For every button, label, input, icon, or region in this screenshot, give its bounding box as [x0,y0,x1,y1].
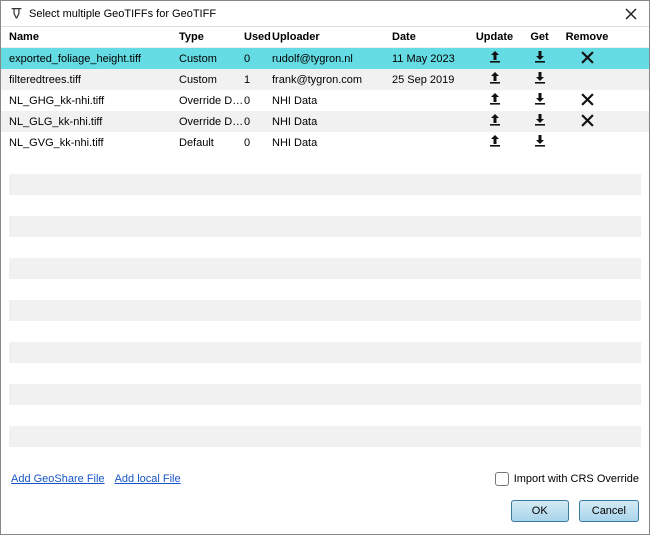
file-table: Name Type Used Uploader Date Update Get … [1,27,649,466]
cell-uploader: rudolf@tygron.nl [272,53,392,65]
cell-name: NL_GVG_kk-nhi.tiff [9,137,179,149]
col-header-update[interactable]: Update [472,31,517,43]
empty-row [9,342,641,363]
cancel-button[interactable]: Cancel [579,500,639,522]
table-row[interactable]: NL_GLG_kk-nhi.tiffOverride De...0NHI Dat… [1,111,649,132]
cell-name: NL_GLG_kk-nhi.tiff [9,116,179,128]
col-header-get[interactable]: Get [517,31,562,43]
col-header-name[interactable]: Name [9,31,179,43]
ok-button[interactable]: OK [511,500,569,522]
cell-used: 0 [244,116,272,128]
download-icon[interactable] [532,91,548,107]
upload-icon[interactable] [487,91,503,107]
col-header-date[interactable]: Date [392,31,472,43]
table-row[interactable]: exported_foliage_height.tiffCustom0rudol… [1,48,649,69]
empty-row [9,384,641,405]
empty-row [9,174,641,195]
upload-icon[interactable] [487,112,503,128]
cell-name: exported_foliage_height.tiff [9,53,179,65]
footer-buttons: OK Cancel [1,492,649,534]
col-header-type[interactable]: Type [179,31,244,43]
download-icon[interactable] [532,70,548,86]
download-icon[interactable] [532,112,548,128]
table-row[interactable]: NL_GHG_kk-nhi.tiffOverride De...0NHI Dat… [1,90,649,111]
cell-uploader: NHI Data [272,95,392,107]
download-icon[interactable] [532,49,548,65]
cell-used: 0 [244,53,272,65]
cell-type: Custom [179,74,244,86]
col-header-remove[interactable]: Remove [562,31,612,43]
close-icon[interactable] [621,8,641,20]
cell-date: 25 Sep 2019 [392,74,472,86]
table-row[interactable]: filteredtrees.tiffCustom1frank@tygron.co… [1,69,649,90]
table-row[interactable]: NL_GVG_kk-nhi.tiffDefault0NHI Data [1,132,649,153]
footer-links: Add GeoShare File Add local File Import … [1,466,649,492]
empty-row [9,195,641,216]
upload-icon[interactable] [487,133,503,149]
cell-used: 0 [244,95,272,107]
col-header-uploader[interactable]: Uploader [272,31,392,43]
empty-row [9,405,641,426]
add-local-link[interactable]: Add local File [115,473,181,485]
cell-name: NL_GHG_kk-nhi.tiff [9,95,179,107]
remove-icon[interactable] [581,51,594,64]
empty-row [9,426,641,447]
download-icon[interactable] [532,133,548,149]
add-geoshare-link[interactable]: Add GeoShare File [11,473,105,485]
cell-uploader: NHI Data [272,116,392,128]
app-icon [9,7,23,21]
upload-icon[interactable] [487,49,503,65]
empty-row [9,216,641,237]
remove-icon[interactable] [581,93,594,106]
cell-type: Custom [179,53,244,65]
cell-used: 0 [244,137,272,149]
empty-row [9,300,641,321]
empty-row [9,321,641,342]
cell-used: 1 [244,74,272,86]
crs-override-checkbox[interactable] [495,472,509,486]
titlebar: Select multiple GeoTIFFs for GeoTIFF [1,1,649,27]
cell-date: 11 May 2023 [392,53,472,65]
remove-icon[interactable] [581,114,594,127]
cell-name: filteredtrees.tiff [9,74,179,86]
window-title: Select multiple GeoTIFFs for GeoTIFF [29,8,621,20]
cell-type: Default [179,137,244,149]
cell-uploader: NHI Data [272,137,392,149]
empty-row [9,258,641,279]
table-header: Name Type Used Uploader Date Update Get … [1,27,649,48]
cell-type: Override De... [179,116,244,128]
cell-uploader: frank@tygron.com [272,74,392,86]
col-header-used[interactable]: Used [244,31,272,43]
crs-override-label: Import with CRS Override [514,473,639,485]
cell-type: Override De... [179,95,244,107]
upload-icon[interactable] [487,70,503,86]
